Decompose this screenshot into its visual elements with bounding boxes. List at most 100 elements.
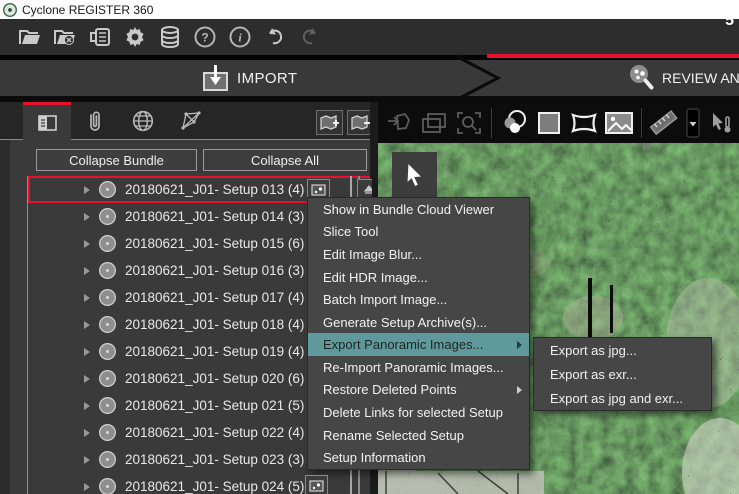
setup-target-icon bbox=[99, 262, 116, 279]
paperclip-icon bbox=[87, 110, 103, 132]
review-magnifier-icon bbox=[628, 64, 655, 92]
svg-text:?: ? bbox=[201, 31, 208, 45]
tab-import[interactable]: IMPORT bbox=[200, 60, 297, 96]
setup-label: 20180621_J01- Setup 015 (6) bbox=[125, 236, 304, 251]
tab-attachments[interactable] bbox=[71, 102, 119, 140]
expander-icon[interactable] bbox=[84, 294, 90, 302]
rectangle-select-icon[interactable] bbox=[536, 110, 562, 136]
tab-project-list[interactable] bbox=[23, 102, 71, 141]
setup-label: 20180621_J01- Setup 013 (4) bbox=[125, 182, 304, 197]
help-icon[interactable]: ? bbox=[193, 25, 217, 49]
setup-target-icon bbox=[99, 235, 116, 252]
settings-gear-icon[interactable] bbox=[123, 25, 147, 49]
context-menu-item[interactable]: Show in Bundle Cloud Viewer bbox=[308, 198, 529, 221]
undo-icon[interactable] bbox=[263, 25, 287, 49]
setup-target-icon bbox=[99, 478, 116, 494]
duplicate-view-icon[interactable] bbox=[421, 110, 447, 136]
add-bundle-button[interactable] bbox=[316, 110, 343, 135]
map-minus-icon bbox=[351, 115, 370, 131]
expander-icon[interactable] bbox=[84, 321, 90, 329]
tab-geotags[interactable] bbox=[119, 102, 167, 140]
panel-tab-strip bbox=[0, 102, 372, 140]
temperature-cursor-icon[interactable] bbox=[709, 110, 735, 136]
report-icon[interactable] bbox=[88, 25, 112, 49]
menu-item-label: Edit Image Blur... bbox=[323, 247, 422, 262]
redo-icon[interactable] bbox=[298, 25, 322, 49]
main-toolbar: ? i bbox=[0, 19, 739, 55]
setup-label: 20180621_J01- Setup 020 (6) bbox=[125, 371, 304, 386]
select-tool-button[interactable] bbox=[392, 152, 437, 197]
panorama-view-icon[interactable] bbox=[571, 110, 597, 136]
setup-label: 20180621_J01- Setup 014 (3) bbox=[125, 209, 304, 224]
zoom-to-region-icon[interactable] bbox=[456, 110, 482, 136]
image-view-icon[interactable] bbox=[606, 110, 632, 136]
setup-label: 20180621_J01- Setup 017 (4) bbox=[125, 290, 304, 305]
context-menu-item[interactable]: Edit HDR Image... bbox=[308, 266, 529, 289]
setup-label: 20180621_J01- Setup 018 (4) bbox=[125, 317, 304, 332]
setup-image-button[interactable] bbox=[305, 475, 328, 494]
expander-icon[interactable] bbox=[84, 213, 90, 221]
viewport-collapse-handle[interactable] bbox=[643, 143, 653, 150]
expander-icon[interactable] bbox=[84, 375, 90, 383]
setup-target-icon bbox=[99, 316, 116, 333]
expander-icon[interactable] bbox=[84, 240, 90, 248]
about-info-icon[interactable]: i bbox=[228, 25, 252, 49]
menu-item-label: Setup Information bbox=[323, 450, 426, 465]
measure-options-dropdown[interactable] bbox=[686, 110, 700, 136]
cursor-arrow-icon bbox=[404, 162, 426, 188]
tab-links[interactable] bbox=[167, 102, 215, 140]
setup-target-icon bbox=[99, 208, 116, 225]
database-icon[interactable] bbox=[158, 25, 182, 49]
expander-icon[interactable] bbox=[84, 402, 90, 410]
context-menu-item[interactable]: Generate Setup Archive(s)... bbox=[308, 311, 529, 334]
submenu-arrow-icon bbox=[517, 386, 522, 394]
menu-item-label: Delete Links for selected Setup bbox=[323, 405, 503, 420]
context-menu-item[interactable]: Setup Information bbox=[308, 446, 529, 469]
app-icon bbox=[3, 3, 17, 17]
context-menu-item[interactable]: Export Panoramic Images... bbox=[308, 333, 529, 356]
expander-icon[interactable] bbox=[84, 348, 90, 356]
remove-bundle-button[interactable] bbox=[347, 110, 372, 135]
context-menu-item[interactable]: Slice Tool bbox=[308, 221, 529, 244]
context-menu-item[interactable]: Rename Selected Setup bbox=[308, 424, 529, 447]
setup-target-icon bbox=[99, 397, 116, 414]
expander-icon[interactable] bbox=[84, 456, 90, 464]
active-stage-red-indicator bbox=[487, 54, 739, 58]
submenu-item[interactable]: Export as exr... bbox=[534, 362, 711, 386]
context-menu-item[interactable]: Edit Image Blur... bbox=[308, 243, 529, 266]
setup-label: 20180621_J01- Setup 024 (5) bbox=[125, 479, 304, 494]
expander-icon[interactable] bbox=[84, 483, 90, 491]
menu-item-label: Restore Deleted Points bbox=[323, 382, 457, 397]
setup-target-icon bbox=[99, 181, 116, 198]
close-project-icon[interactable] bbox=[53, 25, 77, 49]
context-menu-item[interactable]: Delete Links for selected Setup bbox=[308, 401, 529, 424]
collapse-all-button[interactable]: Collapse All bbox=[203, 149, 367, 171]
measure-ruler-icon[interactable] bbox=[651, 110, 677, 136]
menu-item-label: Show in Bundle Cloud Viewer bbox=[323, 202, 494, 217]
setup-label: 20180621_J01- Setup 022 (4) bbox=[125, 425, 304, 440]
cluster-colors-icon[interactable] bbox=[501, 110, 527, 136]
map-plus-icon bbox=[320, 115, 339, 131]
menu-item-label: Re-Import Panoramic Images... bbox=[323, 360, 504, 375]
context-menu-item[interactable]: Re-Import Panoramic Images... bbox=[308, 356, 529, 379]
setup-label: 20180621_J01- Setup 016 (3) bbox=[125, 263, 304, 278]
expander-icon[interactable] bbox=[84, 186, 90, 194]
tab-review-label: REVIEW AN bbox=[662, 70, 739, 86]
collapse-bundle-button[interactable]: Collapse Bundle bbox=[36, 149, 197, 171]
links-network-icon bbox=[180, 111, 202, 131]
collapse-bundle-label: Collapse Bundle bbox=[69, 153, 164, 168]
tab-review-and-optimize[interactable]: REVIEW AN bbox=[628, 60, 739, 96]
submenu-item[interactable]: Export as jpg... bbox=[534, 338, 711, 362]
open-project-icon[interactable] bbox=[18, 25, 42, 49]
submenu-item[interactable]: Export as jpg and exr... bbox=[534, 386, 711, 410]
window-title: Cyclone REGISTER 360 bbox=[22, 3, 153, 17]
expander-icon[interactable] bbox=[84, 267, 90, 275]
globe-icon bbox=[132, 110, 154, 132]
setup-target-icon bbox=[99, 424, 116, 441]
setup-context-menu: Show in Bundle Cloud Viewer Slice Tool E… bbox=[307, 197, 530, 470]
context-menu-item[interactable]: Batch Import Image... bbox=[308, 288, 529, 311]
expander-icon[interactable] bbox=[84, 429, 90, 437]
submenu-arrow-icon bbox=[517, 341, 522, 349]
context-menu-item[interactable]: Restore Deleted Points bbox=[308, 379, 529, 402]
import-model-space-icon[interactable] bbox=[386, 110, 412, 136]
